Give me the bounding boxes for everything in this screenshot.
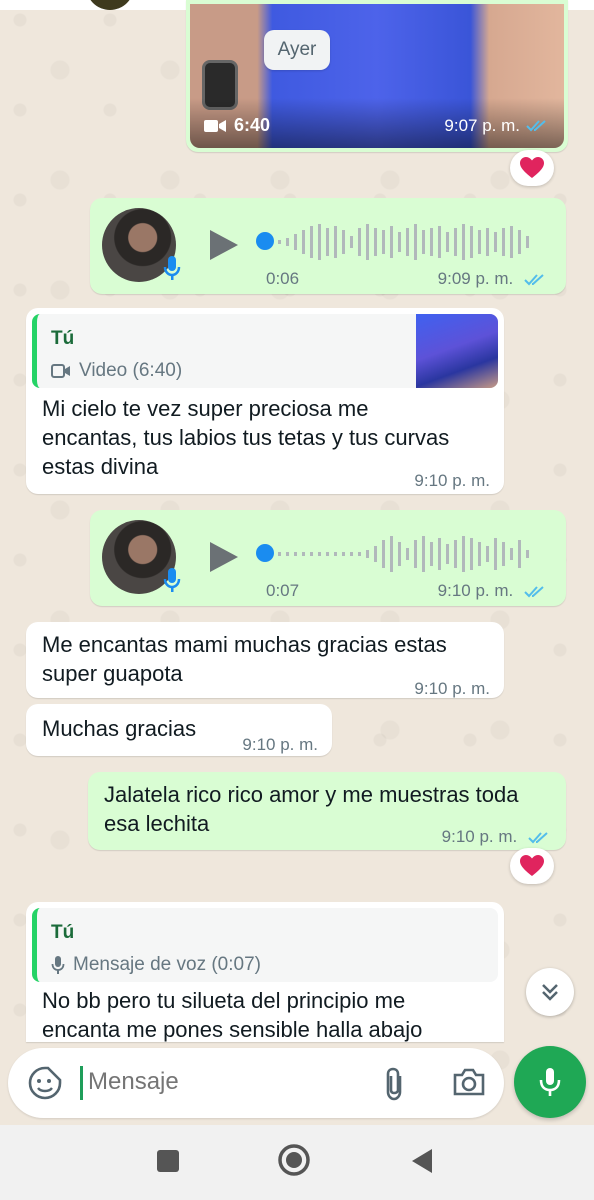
message-text: Me encantas mami muchas gracias estas su…	[42, 632, 447, 686]
message-text: Muchas gracias	[42, 716, 197, 741]
scroll-to-bottom-button[interactable]	[526, 968, 574, 1016]
message-text: No bb pero tu silueta del principio me e…	[42, 988, 423, 1042]
quote-text: Mensaje de voz (0:07)	[73, 954, 261, 975]
video-camera-icon	[204, 119, 226, 132]
nav-square-icon[interactable]	[156, 1149, 180, 1173]
waveform[interactable]	[278, 532, 548, 576]
mic-icon	[539, 1068, 561, 1096]
nav-back-icon[interactable]	[410, 1147, 434, 1175]
read-ticks-icon	[528, 831, 548, 843]
video-duration: 6:40	[234, 115, 271, 135]
voice-message[interactable]: 0:07 9:10 p. m.	[90, 510, 566, 606]
heart-reaction-icon	[520, 855, 544, 876]
quote-text: Video (6:40)	[79, 360, 183, 381]
incoming-message[interactable]: Muchas gracias 9:10 p. m.	[26, 704, 332, 756]
playback-position[interactable]	[256, 544, 274, 562]
sticker-icon[interactable]	[28, 1066, 62, 1100]
quote-thumbnail	[416, 314, 498, 388]
outgoing-message[interactable]: Jalatela rico rico amor y me muestras to…	[88, 772, 566, 850]
quote-author: Tú	[51, 922, 75, 943]
message-time: 9:10 p. m.	[441, 827, 518, 846]
reaction-badge[interactable]	[510, 150, 554, 186]
play-icon[interactable]	[208, 228, 240, 262]
message-time: 9:10 p. m.	[242, 735, 318, 754]
incoming-message[interactable]: Me encantas mami muchas gracias estas su…	[26, 622, 504, 698]
quoted-message[interactable]: Tú Video (6:40)	[32, 314, 498, 388]
reply-message[interactable]: Tú Mensaje de voz (0:07) No bb pero tu s…	[26, 902, 504, 1042]
mic-icon	[51, 955, 65, 974]
mic-icon	[163, 256, 181, 280]
quoted-message[interactable]: Tú Mensaje de voz (0:07)	[32, 908, 498, 982]
date-separator: Ayer	[264, 30, 330, 70]
message-text: Mi cielo te vez super preciosa me encant…	[42, 396, 450, 479]
playback-position[interactable]	[256, 232, 274, 250]
read-ticks-icon	[524, 273, 544, 285]
voice-record-button[interactable]	[514, 1046, 586, 1118]
message-time: 9:09 p. m.	[437, 269, 514, 288]
read-ticks-icon	[524, 585, 544, 597]
voice-message[interactable]: 0:06 9:09 p. m.	[90, 198, 566, 294]
quote-author: Tú	[51, 328, 75, 349]
message-time: 9:10 p. m.	[437, 581, 514, 600]
video-thumbnail[interactable]: 6:40 9:07 p. m.	[190, 4, 564, 148]
play-icon[interactable]	[208, 540, 240, 574]
camera-icon[interactable]	[452, 1066, 486, 1098]
system-navigation-bar	[0, 1125, 594, 1200]
voice-duration: 0:07	[266, 581, 300, 600]
heart-reaction-icon	[520, 157, 544, 178]
message-time: 9:10 p. m.	[414, 471, 490, 490]
nav-circle-icon[interactable]	[277, 1143, 311, 1177]
mic-icon	[163, 568, 181, 592]
message-time: 9:10 p. m.	[414, 679, 490, 698]
reply-message[interactable]: Tú Video (6:40) Mi cielo te vez super pr…	[26, 308, 504, 494]
message-input[interactable]	[88, 1068, 378, 1096]
message-time: 9:07 p. m.	[444, 116, 520, 135]
paperclip-icon[interactable]	[380, 1066, 408, 1102]
video-camera-icon	[51, 363, 70, 378]
read-ticks-icon	[526, 119, 546, 131]
video-message[interactable]: 6:40 9:07 p. m.	[186, 0, 568, 152]
text-caret	[80, 1066, 83, 1100]
voice-duration: 0:06	[266, 269, 300, 288]
message-composer	[8, 1048, 504, 1118]
waveform[interactable]	[278, 220, 548, 264]
chevron-double-down-icon	[542, 984, 558, 1001]
reaction-badge[interactable]	[510, 848, 554, 884]
